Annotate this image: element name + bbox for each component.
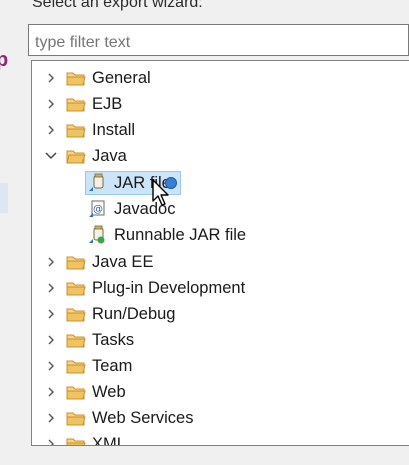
tree-item-ejb[interactable]: EJB: [44, 91, 122, 117]
filter-input[interactable]: [28, 24, 409, 56]
folder-icon: [66, 436, 86, 445]
folder-icon: [66, 122, 86, 138]
tree-item-label: Tasks: [92, 330, 135, 349]
chevron-down-icon[interactable]: [44, 149, 58, 163]
tree-item-label: Java: [92, 146, 127, 165]
tree-item-label: Team: [92, 356, 133, 375]
folder-open-icon: [66, 148, 86, 164]
partial-title-glyph: p: [0, 49, 9, 71]
tree-item-label: Install: [92, 120, 136, 139]
tree-item-label: Java EE: [92, 252, 154, 271]
folder-icon: [66, 306, 86, 322]
tree-item-label: EJB: [92, 94, 123, 113]
chevron-right-icon[interactable]: [44, 255, 58, 269]
folder-icon: [66, 410, 86, 426]
chevron-right-icon[interactable]: [44, 385, 58, 399]
folder-icon: [66, 332, 86, 348]
tree-item-web-services[interactable]: Web Services: [44, 405, 193, 431]
tree-item-team[interactable]: Team: [44, 353, 132, 379]
tree-item-general[interactable]: General: [44, 65, 151, 91]
mouse-cursor-icon: [152, 179, 169, 206]
chevron-right-icon[interactable]: [44, 359, 58, 373]
folder-icon: [66, 254, 86, 270]
javadoc-icon: @: [88, 199, 108, 219]
svg-text:@: @: [93, 204, 103, 215]
tree-item-label: Plug-in Development: [92, 278, 246, 297]
wizard-tree[interactable]: General EJB Install Java JAR file @ Java…: [31, 60, 409, 446]
tree-item-java-ee[interactable]: Java EE: [44, 249, 153, 275]
chevron-right-icon[interactable]: [44, 411, 58, 425]
chevron-right-icon[interactable]: [44, 333, 58, 347]
tree-item-plugin-development[interactable]: Plug-in Development: [44, 275, 245, 301]
chevron-right-icon[interactable]: [44, 281, 58, 295]
tree-item-label: General: [92, 68, 151, 87]
tree-item-tasks[interactable]: Tasks: [44, 327, 134, 353]
wizard-heading: Select an export wizard:: [32, 0, 203, 11]
chevron-right-icon[interactable]: [44, 97, 58, 111]
tree-item-run-debug[interactable]: Run/Debug: [44, 301, 175, 327]
jar-icon: [88, 173, 108, 193]
left-edge-panel: p: [0, 0, 14, 465]
chevron-right-icon[interactable]: [44, 123, 58, 137]
folder-icon: [66, 70, 86, 86]
folder-icon: [66, 384, 86, 400]
folder-icon: [66, 96, 86, 112]
tree-item-label: Web: [92, 382, 126, 401]
tree-item-label: Web Services: [92, 408, 194, 427]
tree-item-label: Runnable JAR file: [114, 225, 247, 244]
tree-item-xml[interactable]: XML: [44, 431, 126, 446]
tree-item-label: XML: [92, 434, 126, 446]
chevron-right-icon[interactable]: [44, 437, 58, 445]
tree-item-java[interactable]: Java: [44, 143, 127, 169]
dialog-bottom-edge: [0, 446, 409, 465]
tree-item-web[interactable]: Web: [44, 379, 126, 405]
tree-item-runnable-jar[interactable]: Runnable JAR file: [88, 222, 246, 248]
folder-icon: [66, 358, 86, 374]
chevron-right-icon[interactable]: [44, 307, 58, 321]
tree-item-install[interactable]: Install: [44, 117, 135, 143]
left-selection-band: [0, 183, 8, 213]
chevron-right-icon[interactable]: [44, 71, 58, 85]
folder-icon: [66, 280, 86, 296]
tree-item-label: Run/Debug: [92, 304, 176, 323]
runnable-jar-icon: [88, 225, 108, 245]
